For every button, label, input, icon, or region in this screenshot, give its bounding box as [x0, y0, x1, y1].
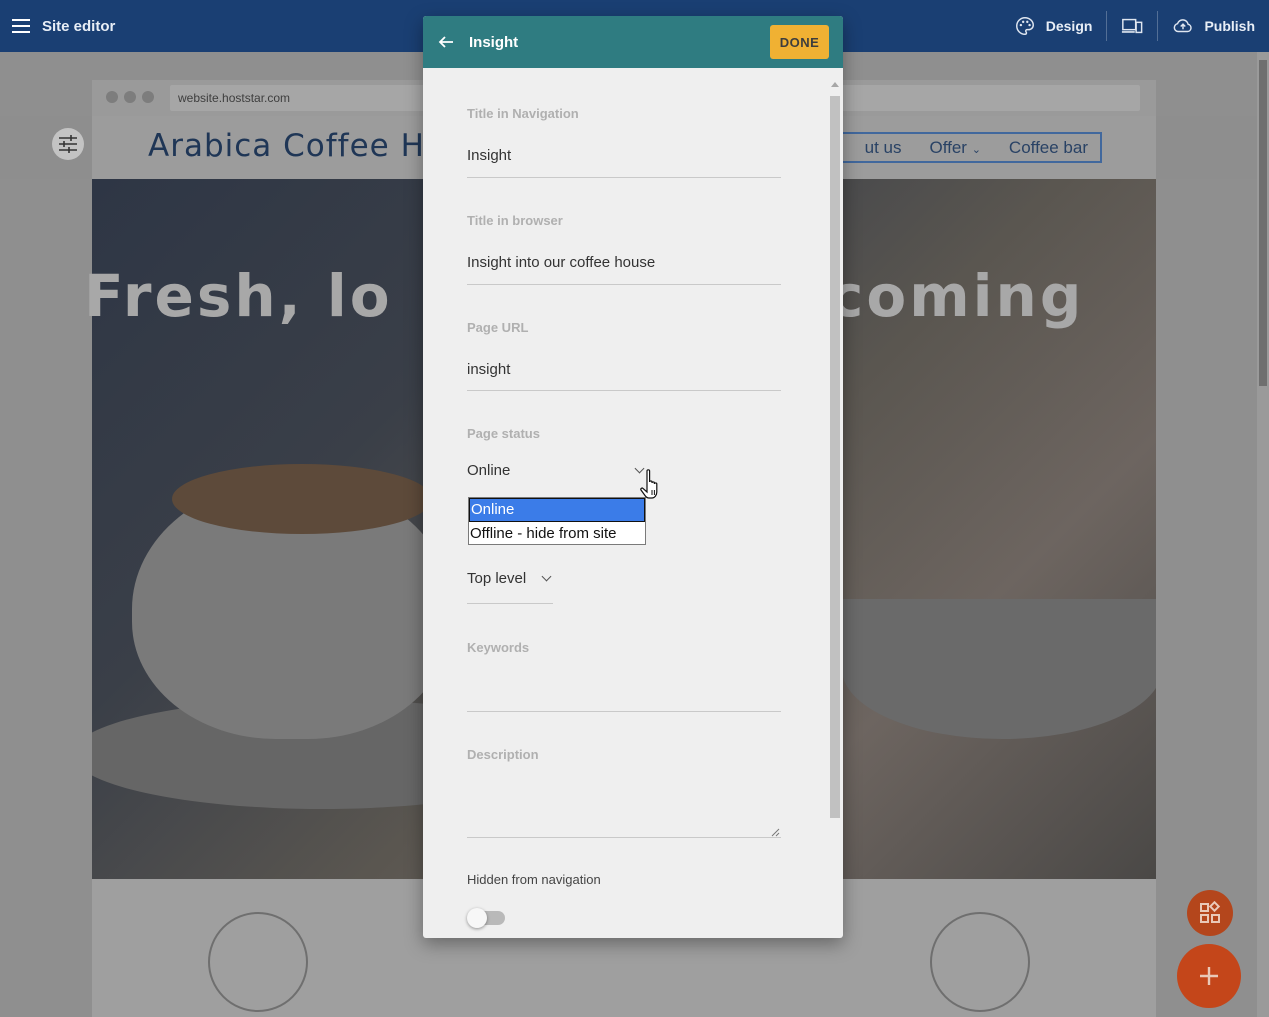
input-underline — [467, 390, 781, 391]
done-button[interactable]: DONE — [770, 25, 829, 59]
input-underline — [467, 284, 781, 285]
description-textarea[interactable] — [467, 837, 781, 838]
nav-item-about[interactable]: ut us — [865, 138, 902, 158]
window-dots — [106, 91, 154, 103]
status-option-online[interactable]: Online — [469, 498, 645, 522]
hidden-from-navigation-label: Hidden from navigation — [467, 872, 601, 887]
plus-icon — [1200, 967, 1218, 985]
scrollbar-thumb[interactable] — [1259, 60, 1267, 386]
parent-page-value: Top level — [467, 570, 527, 587]
keywords-input[interactable] — [467, 711, 781, 712]
hidden-from-navigation-toggle[interactable] — [467, 908, 507, 928]
resize-handle-icon[interactable] — [770, 827, 780, 837]
device-preview-button[interactable] — [1107, 0, 1157, 52]
arrow-back-icon — [438, 36, 453, 48]
hero-heading-right: coming — [829, 262, 1085, 330]
scroll-up-arrow[interactable] — [831, 82, 839, 87]
cloud-upload-icon — [1174, 19, 1193, 33]
page-status-select[interactable]: Online — [467, 462, 647, 484]
site-logo: Arabica Coffee H — [148, 128, 425, 164]
dialog-header: Insight DONE — [423, 16, 843, 68]
page-url-field: Page URL insight — [467, 320, 781, 391]
logo-badge — [930, 912, 1030, 1012]
app-title: Site editor — [42, 17, 116, 35]
nav-title-input[interactable]: Insight — [467, 147, 781, 169]
page-url-label: Page URL — [467, 320, 529, 335]
back-button[interactable] — [423, 16, 469, 68]
nav-item-offer[interactable]: Offer ⌄ — [929, 138, 980, 158]
parent-page-select[interactable]: Top level — [467, 570, 553, 604]
nav-item-offer-label: Offer — [929, 137, 967, 157]
browser-title-label: Title in browser — [467, 213, 563, 228]
nav-item-coffee-bar[interactable]: Coffee bar — [1009, 138, 1088, 158]
page-status-options: Online Offline - hide from site — [468, 497, 646, 545]
page-settings-button[interactable] — [52, 128, 84, 160]
hand-pointer-icon — [640, 469, 658, 499]
description-field: Description — [467, 747, 781, 762]
nav-title-field: Title in Navigation Insight — [467, 106, 781, 178]
browser-title-field: Title in browser Insight into our coffee… — [467, 213, 781, 285]
palette-icon — [1015, 17, 1034, 35]
logo-badge — [208, 912, 308, 1012]
dialog-title: Insight — [469, 33, 519, 51]
canvas-scrollbar[interactable] — [1257, 52, 1269, 1017]
dialog-scrollbar[interactable] — [829, 82, 841, 938]
page-status-value: Online — [467, 462, 511, 479]
page-status-label: Page status — [467, 426, 540, 441]
hamburger-icon — [12, 19, 30, 33]
nav-title-label: Title in Navigation — [467, 106, 579, 121]
chevron-down-icon — [541, 571, 552, 582]
devices-icon — [1122, 18, 1143, 34]
browser-title-input[interactable]: Insight into our coffee house — [467, 254, 781, 276]
page-url-input[interactable]: insight — [467, 361, 781, 383]
keywords-field: Keywords — [467, 640, 781, 655]
hero-heading-left: Fresh, lo — [84, 262, 393, 330]
status-option-offline[interactable]: Offline - hide from site — [469, 522, 645, 545]
page-status-field: Page status — [467, 426, 781, 441]
sliders-icon — [59, 135, 77, 153]
description-label: Description — [467, 747, 539, 762]
chevron-down-icon: ⌄ — [971, 143, 981, 156]
add-section-button[interactable] — [1187, 890, 1233, 936]
dialog-scrollbar-thumb[interactable] — [830, 96, 840, 818]
add-element-button[interactable] — [1177, 944, 1241, 1008]
bowl-shape — [842, 599, 1156, 739]
input-underline — [467, 177, 781, 178]
keywords-label: Keywords — [467, 640, 530, 655]
publish-label: Publish — [1204, 18, 1255, 34]
design-button[interactable]: Design — [1000, 0, 1107, 52]
menu-button[interactable] — [0, 0, 42, 52]
publish-button[interactable]: Publish — [1158, 0, 1269, 52]
toggle-knob — [467, 908, 487, 928]
page-settings-dialog: Insight DONE Title in Navigation Insight… — [423, 16, 843, 938]
site-navigation[interactable]: ut us Offer ⌄ Coffee bar — [832, 132, 1102, 163]
coffee-shape — [172, 464, 432, 534]
design-label: Design — [1045, 18, 1093, 34]
widgets-icon — [1200, 901, 1221, 923]
